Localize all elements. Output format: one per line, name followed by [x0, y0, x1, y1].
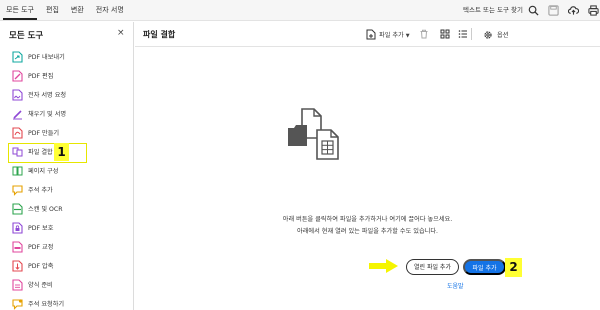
scan-ocr-icon	[12, 202, 23, 215]
menu-edit[interactable]: 편집	[40, 0, 65, 21]
search-tools-link[interactable]: 텍스트 또는 도구 찾기	[463, 0, 523, 21]
menu-convert[interactable]: 변환	[65, 0, 90, 21]
step-badge-1: 1	[54, 143, 69, 161]
export-pdf-icon	[12, 50, 23, 63]
gear-icon	[483, 25, 493, 44]
sidebar-item-label: 채우기 및 서명	[28, 111, 67, 118]
empty-state-message: 아래 버튼을 클릭하여 파일을 추가하거나 여기에 끌어다 놓으세요.	[282, 216, 453, 223]
empty-state-submessage: 아래에서 현재 열려 있는 파일을 추가할 수도 있습니다.	[297, 228, 438, 235]
top-menu-bar: 모든 도구 편집 변환 전자 서명 텍스트 또는 도구 찾기	[0, 0, 600, 21]
sidebar-item-label: 전자 서명 요청	[28, 92, 67, 99]
add-files-dropdown[interactable]: 파일 추가 ▼	[366, 27, 410, 41]
sidebar-item-organize-pages[interactable]: 페이지 구성	[0, 161, 134, 180]
sidebar-item-compress-pdf[interactable]: PDF 압축	[0, 256, 134, 275]
fill-sign-icon	[12, 108, 23, 120]
sidebar-header: 모든 도구 ×	[0, 22, 134, 47]
sidebar-item-export-pdf[interactable]: PDF 내보내기	[0, 47, 134, 66]
arrow-right-icon	[369, 259, 398, 273]
add-file-icon	[366, 25, 376, 44]
add-files-label: 파일 추가	[379, 31, 404, 39]
trash-icon[interactable]	[417, 27, 430, 41]
sidebar-item-prepare-form[interactable]: 양식 준비	[0, 275, 134, 294]
tools-sidebar: 모든 도구 × PDF 내보내기 PDF 편집 전자 서명 요청 채우기 및 서…	[0, 22, 134, 310]
add-files-button[interactable]: 파일 추가	[463, 259, 506, 275]
sidebar-item-label: 페이지 구성	[28, 168, 59, 175]
grid-view-icon[interactable]	[438, 27, 451, 41]
sidebar-item-label: 파일 결합	[28, 149, 53, 156]
edit-pdf-icon	[12, 69, 23, 82]
top-menu: 모든 도구 편집 변환 전자 서명	[0, 0, 130, 21]
request-comments-icon	[12, 298, 23, 310]
create-pdf-icon	[12, 126, 23, 139]
sidebar-item-edit-pdf[interactable]: PDF 편집	[0, 66, 134, 85]
save-icon[interactable]	[547, 4, 560, 17]
sidebar-item-label: PDF 보호	[28, 225, 54, 232]
request-esign-icon	[12, 88, 23, 101]
list-view-icon[interactable]	[456, 27, 469, 41]
help-link[interactable]: 도움말	[447, 281, 464, 290]
sidebar-item-label: 양식 준비	[28, 282, 53, 289]
sidebar-item-request-esign[interactable]: 전자 서명 요청	[0, 85, 134, 104]
chevron-down-icon: ▼	[405, 33, 410, 39]
upload-cloud-icon[interactable]	[567, 4, 580, 17]
compress-pdf-icon	[12, 259, 23, 272]
search-icon[interactable]	[527, 4, 540, 17]
menu-esign[interactable]: 전자 서명	[90, 0, 130, 21]
sidebar-item-scan-ocr[interactable]: 스캔 및 OCR	[0, 199, 134, 218]
sidebar-item-comment[interactable]: 주석 추가	[0, 180, 134, 199]
sidebar-item-combine-files[interactable]: 파일 결합 1	[0, 142, 134, 163]
sidebar-item-request-comments[interactable]: 주석 요청하기	[0, 294, 134, 310]
sidebar-item-label: PDF 압축	[28, 263, 54, 270]
sidebar-item-label: PDF 만들기	[28, 130, 60, 137]
sidebar-item-redact-pdf[interactable]: PDF 교정	[0, 237, 134, 256]
step-badge-2: 2	[505, 258, 522, 277]
close-icon[interactable]: ×	[117, 28, 125, 38]
prepare-form-icon	[12, 278, 23, 291]
sidebar-item-label: PDF 내보내기	[28, 54, 65, 61]
organize-pages-icon	[12, 165, 23, 177]
main-toolbar: 파일 결합 파일 추가 ▼ 옵션	[135, 22, 600, 47]
sidebar-item-protect-pdf[interactable]: PDF 보호	[0, 218, 134, 237]
sidebar-item-label: 주석 추가	[28, 187, 53, 194]
toolbar-divider	[471, 28, 472, 40]
options-button[interactable]: 옵션	[483, 27, 508, 41]
sidebar-item-create-pdf[interactable]: PDF 만들기	[0, 123, 134, 142]
print-icon[interactable]	[587, 4, 600, 17]
page-title: 파일 결합	[143, 30, 176, 39]
combine-files-icon	[12, 146, 23, 158]
sidebar-item-label: 주석 요청하기	[28, 301, 65, 308]
protect-pdf-icon	[12, 221, 23, 234]
sidebar-item-fill-sign[interactable]: 채우기 및 서명	[0, 104, 134, 123]
sidebar-item-label: PDF 편집	[28, 73, 54, 80]
top-icon-group	[527, 4, 600, 17]
options-label: 옵션	[497, 31, 509, 39]
menu-all-tools[interactable]: 모든 도구	[0, 0, 40, 21]
add-open-files-button[interactable]: 열린 파일 추가	[406, 259, 459, 275]
comment-icon	[12, 184, 23, 196]
combine-files-illustration-icon	[288, 108, 339, 160]
sidebar-item-label: PDF 교정	[28, 244, 54, 251]
sidebar-title: 모든 도구	[9, 31, 44, 41]
sidebar-item-label: 스캔 및 OCR	[28, 206, 63, 213]
redact-pdf-icon	[12, 240, 23, 253]
